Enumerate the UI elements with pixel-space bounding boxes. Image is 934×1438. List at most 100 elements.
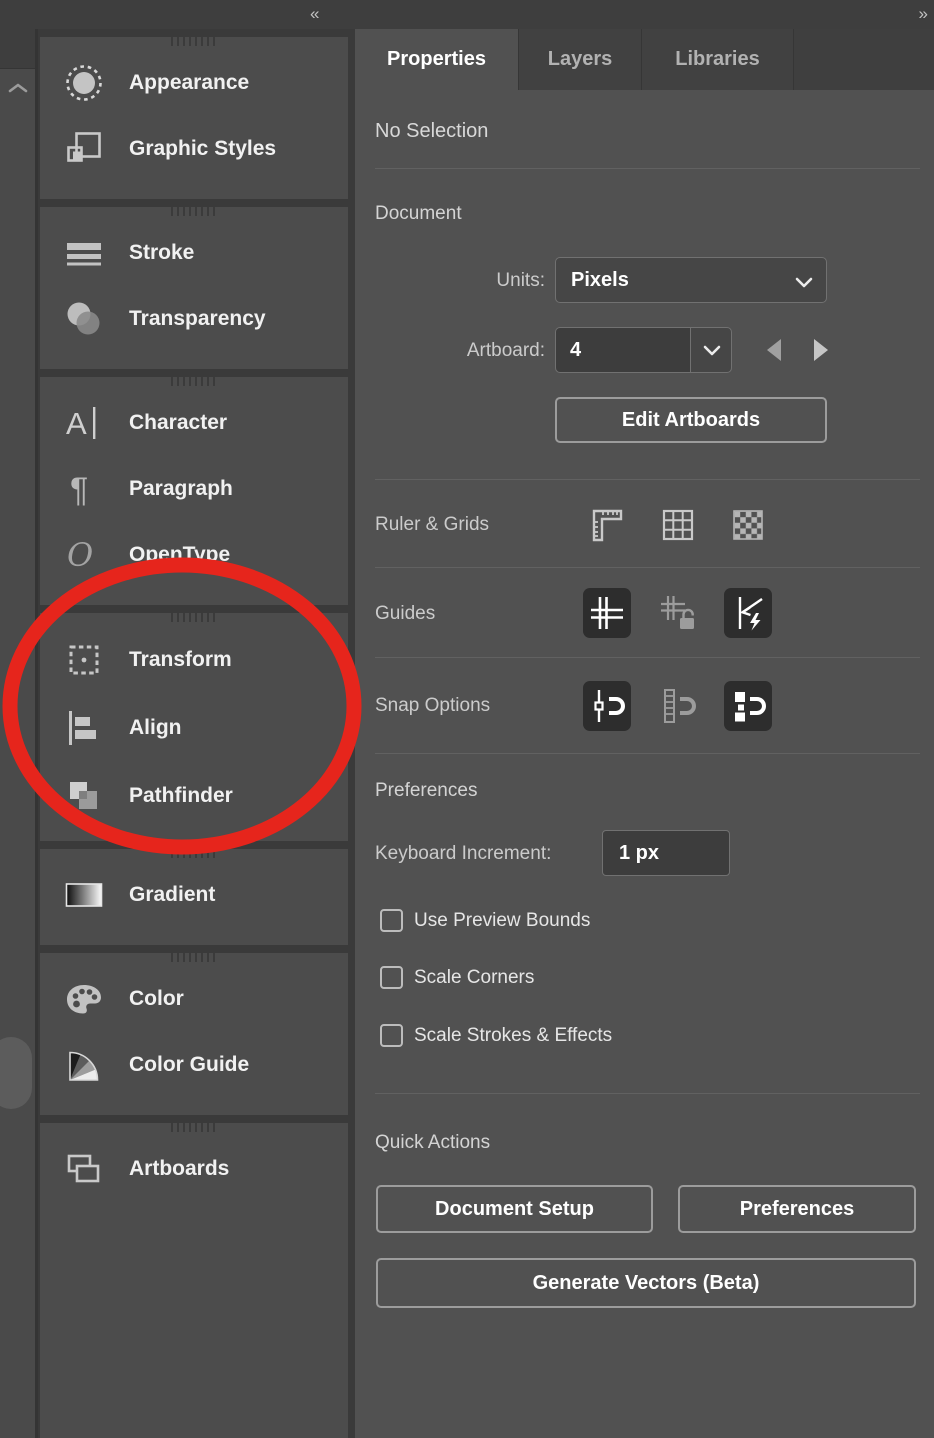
collapse-up-icon[interactable] bbox=[7, 81, 29, 99]
svg-text:A: A bbox=[66, 406, 87, 441]
panel-grip[interactable] bbox=[171, 377, 217, 386]
show-guides-icon[interactable] bbox=[583, 588, 631, 638]
artboard-number-field[interactable]: 4 bbox=[555, 327, 690, 373]
sidebar-item-label: Color bbox=[129, 987, 184, 1011]
panel-grip[interactable] bbox=[171, 953, 217, 962]
sidebar-item-label: Stroke bbox=[129, 241, 194, 265]
section-divider bbox=[375, 479, 920, 480]
paragraph-icon: ¶ bbox=[62, 467, 106, 511]
no-selection-status: No Selection bbox=[375, 120, 488, 143]
document-setup-button[interactable]: Document Setup bbox=[376, 1185, 653, 1233]
collapse-panels-icon[interactable]: « bbox=[310, 4, 320, 24]
grid-icon[interactable] bbox=[656, 503, 700, 547]
tab-layers[interactable]: Layers bbox=[518, 29, 641, 90]
gradient-icon bbox=[62, 873, 106, 917]
sidebar-group: Gradient bbox=[40, 849, 348, 945]
sidebar-item-character[interactable]: A Character bbox=[40, 390, 348, 456]
snap-options-label: Snap Options bbox=[375, 695, 490, 717]
sidebar-item-align[interactable]: Align bbox=[40, 694, 348, 762]
left-dock-rail bbox=[0, 29, 38, 1438]
transparency-icon bbox=[62, 297, 106, 341]
sidebar-item-label: Transform bbox=[129, 648, 232, 672]
sidebar-group: Stroke Transparency bbox=[40, 207, 348, 369]
sidebar-item-gradient[interactable]: Gradient bbox=[40, 862, 348, 928]
sidebar-item-label: OpenType bbox=[129, 543, 230, 567]
checkbox-label: Scale Strokes & Effects bbox=[414, 1025, 612, 1047]
sidebar-item-pathfinder[interactable]: Pathfinder bbox=[40, 762, 348, 830]
panel-grip[interactable] bbox=[171, 1123, 217, 1132]
sidebar-item-paragraph[interactable]: ¶ Paragraph bbox=[40, 456, 348, 522]
checkbox-label: Use Preview Bounds bbox=[414, 910, 590, 932]
sidebar-item-appearance[interactable]: Appearance bbox=[40, 50, 348, 116]
sidebar-item-label: Graphic Styles bbox=[129, 137, 276, 161]
sidebar-item-label: Color Guide bbox=[129, 1053, 249, 1077]
sidebar-item-label: Artboards bbox=[129, 1157, 229, 1181]
sidebar-item-graphic-styles[interactable]: Graphic Styles bbox=[40, 116, 348, 182]
checkbox-label: Scale Corners bbox=[414, 967, 534, 989]
next-artboard-icon[interactable] bbox=[814, 339, 828, 361]
sidebar-item-label: Appearance bbox=[129, 71, 249, 95]
snap-to-pixel-icon[interactable] bbox=[724, 681, 772, 731]
panel-grip[interactable] bbox=[171, 37, 217, 46]
color-icon bbox=[62, 977, 106, 1021]
sidebar-item-opentype[interactable]: O OpenType bbox=[40, 522, 348, 588]
align-icon bbox=[62, 706, 106, 750]
quick-actions-section-header: Quick Actions bbox=[375, 1132, 490, 1154]
panel-grip[interactable] bbox=[171, 849, 217, 858]
rail-scroll-thumb[interactable] bbox=[0, 1037, 32, 1109]
sidebar-item-label: Pathfinder bbox=[129, 784, 233, 808]
tab-properties[interactable]: Properties bbox=[355, 29, 518, 90]
artboard-value: 4 bbox=[570, 339, 581, 362]
panel-grip[interactable] bbox=[171, 613, 217, 622]
lock-guides-icon[interactable] bbox=[654, 588, 702, 638]
section-divider bbox=[375, 567, 920, 568]
graphic-styles-icon bbox=[62, 127, 106, 171]
pathfinder-icon bbox=[62, 774, 106, 818]
sidebar-item-transform[interactable]: Transform bbox=[40, 626, 348, 694]
transform-icon bbox=[62, 638, 106, 682]
panel-grip[interactable] bbox=[171, 207, 217, 216]
preferences-button[interactable]: Preferences bbox=[678, 1185, 916, 1233]
sidebar-empty-group bbox=[40, 1184, 348, 1438]
corner-ruler-icon[interactable] bbox=[585, 503, 629, 547]
generate-vectors-button[interactable]: Generate Vectors (Beta) bbox=[376, 1258, 916, 1308]
guides-label: Guides bbox=[375, 603, 435, 625]
smart-guides-icon[interactable] bbox=[724, 588, 772, 638]
sidebar-item-label: Character bbox=[129, 411, 227, 435]
scale-strokes-effects-checkbox[interactable]: Scale Strokes & Effects bbox=[380, 1024, 612, 1047]
sidebar-group: Transform Align Pathfinder bbox=[40, 613, 348, 841]
artboard-dropdown-chevron[interactable] bbox=[690, 327, 732, 373]
keyboard-increment-label: Keyboard Increment: bbox=[375, 843, 551, 865]
properties-content: No Selection Document Units: Pixels Artb… bbox=[355, 90, 934, 1438]
expand-panels-icon[interactable]: » bbox=[919, 4, 929, 24]
panel-top-bar: « » bbox=[0, 0, 934, 29]
previous-artboard-icon[interactable] bbox=[767, 339, 781, 361]
sidebar-item-transparency[interactable]: Transparency bbox=[40, 286, 348, 352]
sidebar-group: A Character ¶ Paragraph O OpenType bbox=[40, 377, 348, 605]
svg-text:O: O bbox=[67, 536, 93, 574]
checkbox-icon bbox=[380, 1024, 403, 1047]
snap-to-grid-icon[interactable] bbox=[654, 681, 702, 731]
use-preview-bounds-checkbox[interactable]: Use Preview Bounds bbox=[380, 909, 590, 932]
section-divider bbox=[375, 168, 920, 169]
sidebar-group: Appearance Graphic Styles bbox=[40, 37, 348, 199]
checkbox-icon bbox=[380, 966, 403, 989]
sidebar-item-color-guide[interactable]: Color Guide bbox=[40, 1032, 348, 1098]
units-dropdown[interactable]: Pixels bbox=[555, 257, 827, 303]
pixel-grid-icon[interactable] bbox=[726, 503, 770, 547]
color-guide-icon bbox=[62, 1043, 106, 1087]
sidebar-item-label: Transparency bbox=[129, 307, 266, 331]
chevron-down-icon bbox=[795, 275, 813, 293]
snap-to-point-icon[interactable] bbox=[583, 681, 631, 731]
panel-tabstrip: Properties Layers Libraries bbox=[355, 29, 934, 90]
sidebar-item-color[interactable]: Color bbox=[40, 966, 348, 1032]
stroke-icon bbox=[62, 231, 106, 275]
properties-panel: Properties Layers Libraries No Selection… bbox=[355, 29, 934, 1438]
sidebar-item-stroke[interactable]: Stroke bbox=[40, 220, 348, 286]
sidebar-item-label: Paragraph bbox=[129, 477, 233, 501]
scale-corners-checkbox[interactable]: Scale Corners bbox=[380, 966, 534, 989]
tab-libraries[interactable]: Libraries bbox=[641, 29, 794, 90]
keyboard-increment-input[interactable]: 1 px bbox=[602, 830, 730, 876]
sidebar-group: Color Color Guide bbox=[40, 953, 348, 1115]
edit-artboards-button[interactable]: Edit Artboards bbox=[555, 397, 827, 443]
